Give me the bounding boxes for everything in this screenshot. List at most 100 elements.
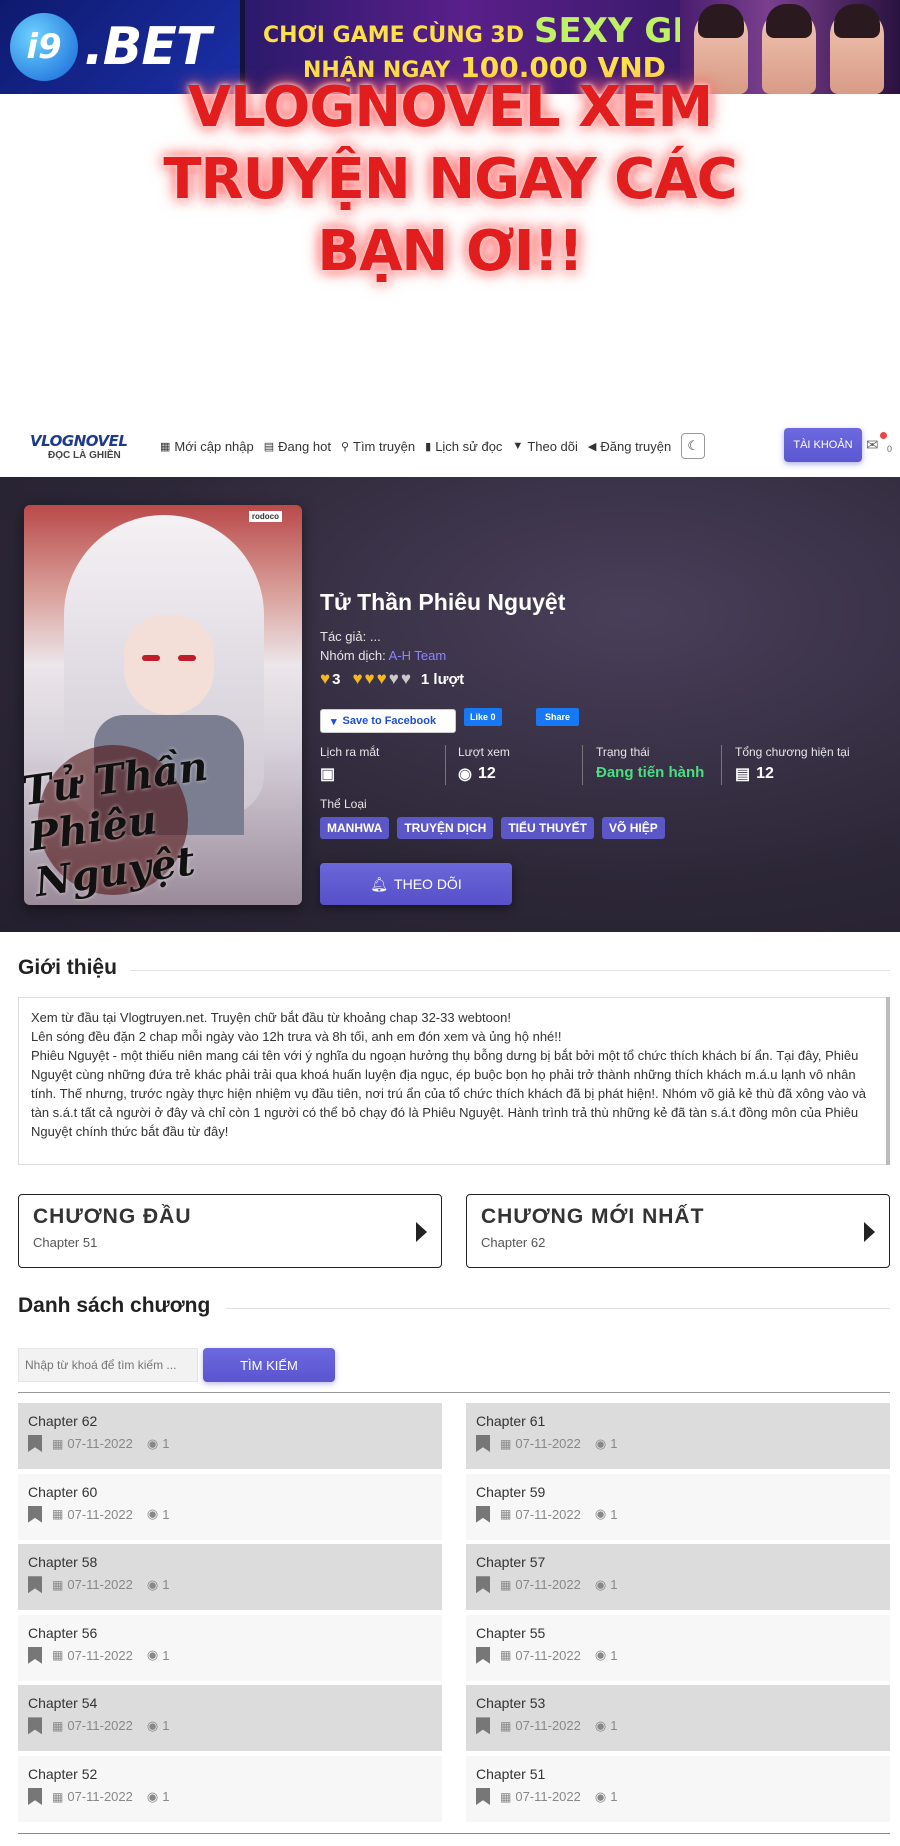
- calendar-icon: ▦: [500, 1789, 512, 1804]
- bookmark-icon[interactable]: [28, 1435, 42, 1452]
- chapter-item[interactable]: Chapter 60 ▦ 07-11-2022 ◉ 1: [18, 1473, 442, 1540]
- divider: [721, 745, 722, 785]
- first-chapter-sub: Chapter 51: [33, 1235, 98, 1250]
- nav-item-label: Theo dõi: [527, 438, 578, 454]
- bookmark-icon[interactable]: [28, 1505, 42, 1523]
- chapter-item[interactable]: Chapter 58 ▦ 07-11-2022 ◉ 1: [18, 1544, 442, 1611]
- stat-views: Lượt xem ◉ 12: [458, 745, 510, 797]
- logo-tagline: ĐỌC LÀ GHIỀN: [48, 449, 121, 461]
- promo-line-2: TRUYỆN NGAY CÁC: [163, 147, 737, 212]
- genre-tag[interactable]: MANHWA: [320, 817, 390, 839]
- chapter-views: 1: [610, 1577, 618, 1593]
- chapter-meta: ▦ 07-11-2022 ◉ 1: [476, 1576, 880, 1594]
- chapter-meta: ▦ 07-11-2022 ◉ 1: [28, 1505, 432, 1523]
- chapter-item[interactable]: Chapter 62 ▦ 07-11-2022 ◉ 1: [18, 1403, 442, 1469]
- account-button[interactable]: TÀI KHOẢN: [784, 428, 862, 462]
- calendar-icon: ▦: [52, 1507, 64, 1522]
- site-logo[interactable]: VLOGNOVEL ĐỌC LÀ GHIỀN: [30, 432, 140, 461]
- chapter-item[interactable]: Chapter 54 ▦ 07-11-2022 ◉ 1: [18, 1685, 442, 1752]
- latest-chapter-title: CHƯƠNG MỚI NHẤT: [481, 1205, 705, 1228]
- chapter-date: 07-11-2022: [515, 1647, 581, 1663]
- chapter-item[interactable]: Chapter 53 ▦ 07-11-2022 ◉ 1: [466, 1685, 890, 1752]
- genre-tag[interactable]: TRUYỆN DỊCH: [397, 817, 494, 839]
- first-chapter-button[interactable]: CHƯƠNG ĐẦU Chapter 51: [18, 1194, 442, 1268]
- nav-item-hot[interactable]: ▤ Đang hot: [264, 439, 331, 454]
- facebook-like-button[interactable]: Like 0: [464, 708, 502, 726]
- bookmark-icon[interactable]: [28, 1788, 42, 1805]
- divider: [582, 745, 583, 785]
- bookmark-icon[interactable]: [476, 1505, 490, 1523]
- calendar-icon: ▦: [500, 1718, 512, 1733]
- bookmark-icon[interactable]: [476, 1717, 490, 1735]
- bookmark-icon[interactable]: [28, 1717, 42, 1735]
- bookmark-icon[interactable]: [28, 1646, 42, 1664]
- rating-heart-1[interactable]: ♥: [352, 669, 362, 689]
- chapter-item[interactable]: Chapter 51 ▦ 07-11-2022 ◉ 1: [466, 1756, 890, 1822]
- dark-mode-toggle[interactable]: ☾: [681, 433, 706, 459]
- bookmark-icon[interactable]: [28, 1576, 42, 1594]
- nav-item-following[interactable]: ▼ Theo dõi: [512, 439, 577, 454]
- bookmark-icon[interactable]: [476, 1576, 490, 1594]
- chapter-views: 1: [162, 1789, 170, 1804]
- latest-chapter-sub: Chapter 62: [481, 1235, 546, 1250]
- divider: [130, 970, 890, 971]
- bookmark-icon[interactable]: [476, 1788, 490, 1805]
- rating-heart-5[interactable]: ♥: [401, 669, 411, 689]
- cover-publisher: rodoco: [248, 511, 282, 522]
- divider: [226, 1308, 890, 1309]
- chapter-name: Chapter 58: [28, 1554, 98, 1571]
- heart-icon: ♥: [320, 669, 331, 688]
- rating-heart-4[interactable]: ♥: [389, 669, 399, 689]
- chapter-search-input[interactable]: [18, 1348, 198, 1382]
- caret-right-icon: [864, 1222, 875, 1242]
- intro-paragraph: Phiêu Nguyệt - một thiếu niên mang cái t…: [31, 1048, 867, 1139]
- stat-label: Lượt xem: [458, 745, 510, 759]
- genre-tag[interactable]: VÕ HIỆP: [602, 817, 665, 839]
- chapter-name: Chapter 55: [476, 1624, 546, 1641]
- manga-title: Tử Thần Phiêu Nguyệt: [320, 589, 566, 615]
- calendar-icon: ▣: [320, 766, 336, 783]
- eye-icon: ◉: [594, 1576, 607, 1592]
- rating-votes: 1 lượt: [420, 670, 465, 688]
- chapter-name: Chapter 54: [28, 1695, 98, 1712]
- chapter-name: Chapter 57: [476, 1554, 546, 1571]
- promo-line-1: VLOGNOVEL XEM: [187, 75, 714, 140]
- chapter-views: 1: [162, 1718, 170, 1734]
- nav-item-label: Mới cập nhập: [174, 438, 254, 454]
- logo-title: VLOGNOVEL: [30, 431, 128, 450]
- follow-button[interactable]: 🔔︎ THEO DÕI: [320, 863, 512, 905]
- rating-heart-3[interactable]: ♥: [377, 669, 387, 689]
- chapter-item[interactable]: Chapter 57 ▦ 07-11-2022 ◉ 1: [466, 1544, 890, 1611]
- nav-item-search[interactable]: ⚲ Tìm truyện: [341, 439, 415, 454]
- chapter-item[interactable]: Chapter 52 ▦ 07-11-2022 ◉ 1: [18, 1756, 442, 1822]
- chapter-name: Chapter 60: [28, 1483, 98, 1500]
- bookmark-icon[interactable]: [476, 1435, 490, 1452]
- chapter-search-button[interactable]: TÌM KIẾM: [203, 1348, 335, 1382]
- nav-item-new-updates[interactable]: ▦ Mới cập nhập: [160, 439, 254, 454]
- notification-icon[interactable]: ✉: [866, 436, 879, 454]
- intro-text: Xem từ đầu tại Vlogtruyen.net. Truyện ch…: [18, 997, 890, 1165]
- stat-chapters: Tổng chương hiện tại ▤ 12: [735, 745, 850, 797]
- chapter-item[interactable]: Chapter 55 ▦ 07-11-2022 ◉ 1: [466, 1614, 890, 1681]
- chapter-views: 1: [610, 1718, 618, 1734]
- bookmark-icon[interactable]: [476, 1646, 490, 1664]
- genre-tag[interactable]: TIỂU THUYẾT: [501, 817, 595, 839]
- chapter-meta: ▦ 07-11-2022 ◉ 1: [476, 1435, 880, 1452]
- nav-item-history[interactable]: ▮ Lịch sử đọc: [425, 439, 502, 454]
- eye-icon: ◉: [146, 1717, 159, 1733]
- translation-group-link[interactable]: A-H Team: [389, 648, 447, 663]
- chapter-views: 1: [610, 1436, 618, 1451]
- chapter-name: Chapter 61: [476, 1413, 546, 1429]
- latest-chapter-button[interactable]: CHƯƠNG MỚI NHẤT Chapter 62: [466, 1194, 890, 1268]
- intro-scrollbar[interactable]: [886, 997, 890, 1165]
- chapter-meta: ▦ 07-11-2022 ◉ 1: [476, 1717, 880, 1735]
- chapter-item[interactable]: Chapter 56 ▦ 07-11-2022 ◉ 1: [18, 1614, 442, 1681]
- divider: [18, 1392, 890, 1393]
- chapter-item[interactable]: Chapter 61 ▦ 07-11-2022 ◉ 1: [466, 1403, 890, 1469]
- chapter-date: 07-11-2022: [515, 1577, 581, 1593]
- facebook-share-button[interactable]: Share: [536, 708, 580, 726]
- nav-item-post[interactable]: ◀ Đăng truyện: [588, 439, 671, 454]
- chapter-item[interactable]: Chapter 59 ▦ 07-11-2022 ◉ 1: [466, 1473, 890, 1540]
- rating-heart-2[interactable]: ♥: [365, 669, 375, 689]
- save-to-facebook-button[interactable]: ▾ Save to Facebook: [320, 709, 456, 733]
